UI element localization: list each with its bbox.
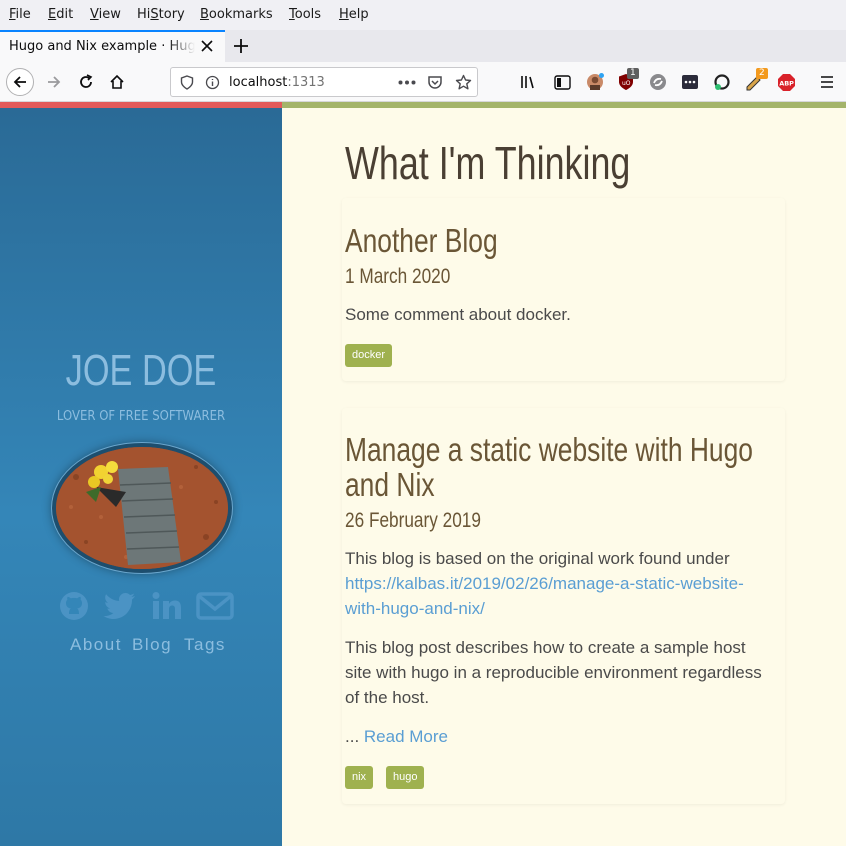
menu-bar: File Edit View HiStory Bookmarks Tools H…	[0, 0, 846, 30]
tag-docker[interactable]: docker	[345, 344, 393, 367]
password-manager-icon[interactable]	[680, 72, 700, 92]
twitter-icon	[103, 593, 135, 619]
post-intro: This blog is based on the original work …	[345, 549, 730, 568]
menu-tools[interactable]: Tools	[289, 7, 321, 22]
forward-arrow-icon	[48, 76, 61, 88]
privacy-extension-icon[interactable]	[712, 72, 732, 92]
linkedin-link[interactable]	[150, 588, 184, 624]
post-title[interactable]: Another Blog	[345, 223, 498, 258]
pocket-icon[interactable]	[427, 75, 443, 90]
post-paragraph-line-2: site with hugo in a reproducible environ…	[345, 663, 762, 682]
main-content: What I'm Thinking Another Blog 1 March 2…	[282, 108, 846, 846]
ublock-icon[interactable]: uO 1	[616, 68, 639, 92]
home-button[interactable]	[103, 68, 131, 96]
menu-history[interactable]: HiStory	[137, 7, 185, 22]
linkedin-icon	[152, 592, 181, 619]
post-date: 1 March 2020	[345, 265, 451, 288]
reload-icon	[80, 74, 93, 88]
back-arrow-icon	[13, 76, 26, 88]
tab-title: Hugo and Nix example · Hugo	[9, 39, 195, 54]
twitter-link[interactable]	[103, 588, 137, 624]
pencil-extension-icon[interactable]: 2	[744, 68, 768, 92]
post-date: 26 February 2019	[345, 509, 481, 532]
github-icon	[60, 592, 88, 620]
ublock-badge: 1	[627, 68, 639, 79]
back-button[interactable]	[6, 68, 34, 96]
svg-text:ABP: ABP	[779, 79, 794, 87]
bookmark-star-icon[interactable]	[455, 74, 472, 91]
info-icon[interactable]	[205, 75, 220, 90]
reload-button[interactable]	[72, 68, 100, 96]
new-tab-icon[interactable]	[231, 36, 251, 56]
mail-icon	[196, 592, 234, 620]
tab-active[interactable]: Hugo and Nix example · Hugo	[0, 30, 225, 62]
source-link[interactable]: https://kalbas.it/2019/02/26/manage-a-st…	[345, 574, 744, 593]
post-summary: Some comment about docker.	[345, 305, 571, 324]
menu-file[interactable]: File	[9, 7, 31, 22]
url-bar[interactable]: localhost:1313	[170, 67, 478, 97]
nav-tags[interactable]: Tags	[184, 635, 226, 655]
source-link-line-1[interactable]: https://kalbas.it/2019/02/26/manage-a-st…	[345, 571, 785, 596]
forward-button[interactable]	[40, 68, 68, 96]
read-more-link[interactable]: Read More	[364, 727, 448, 746]
author-name[interactable]: JOE DOE	[31, 346, 251, 396]
library-icon[interactable]	[519, 72, 539, 92]
page-title: What I'm Thinking	[345, 137, 631, 189]
page-actions-icon[interactable]	[398, 80, 416, 85]
home-icon	[110, 74, 124, 89]
sync-extension-icon[interactable]	[648, 72, 668, 92]
hamburger-menu-icon[interactable]	[817, 72, 837, 92]
tab-bar: Hugo and Nix example · Hugo	[0, 30, 846, 62]
menu-bookmarks[interactable]: Bookmarks	[200, 7, 273, 22]
tag-nix[interactable]: nix	[345, 766, 374, 789]
sidebar-toggle-icon[interactable]	[552, 72, 572, 92]
post-card: Manage a static website with Hugo and Ni…	[342, 408, 785, 804]
avatar	[52, 443, 232, 573]
close-tab-icon[interactable]	[199, 38, 215, 54]
adblock-plus-icon[interactable]: ABP	[776, 72, 796, 92]
post-title-line-1[interactable]: Manage a static website with Hugo	[345, 432, 753, 467]
author-tagline: LOVER OF FREE SOFTWARER	[56, 409, 226, 424]
post-paragraph-line-1: This blog post describes how to create a…	[345, 638, 746, 657]
shield-icon[interactable]	[180, 75, 194, 90]
source-link[interactable]: with-hugo-and-nix/	[345, 599, 485, 618]
account-avatar-icon[interactable]	[585, 72, 605, 92]
extension-badge: 2	[756, 68, 768, 79]
post-card: Another Blog 1 March 2020 Some comment a…	[342, 198, 785, 381]
sidebar: JOE DOE LOVER OF FREE SOFTWARER About Bl…	[0, 108, 282, 846]
post-paragraph-line-3: of the host.	[345, 688, 430, 707]
url-text[interactable]: localhost:1313	[229, 75, 325, 90]
email-link[interactable]	[196, 588, 234, 624]
source-link-line-2[interactable]: with-hugo-and-nix/	[345, 596, 785, 621]
nav-blog[interactable]: Blog	[132, 635, 172, 655]
navigation-toolbar: localhost:1313 uO 1 2 ABP	[0, 62, 846, 102]
ellipsis: ...	[345, 727, 360, 746]
menu-view[interactable]: View	[90, 7, 121, 22]
nav-about[interactable]: About	[70, 635, 122, 655]
post-title-line-2[interactable]: and Nix	[345, 467, 435, 502]
svg-text:uO: uO	[622, 80, 631, 87]
github-link[interactable]	[58, 588, 90, 624]
menu-help[interactable]: Help	[339, 7, 369, 22]
tag-hugo[interactable]: hugo	[386, 766, 425, 789]
menu-edit[interactable]: Edit	[48, 7, 73, 22]
read-more-row: ... Read More	[345, 724, 785, 749]
